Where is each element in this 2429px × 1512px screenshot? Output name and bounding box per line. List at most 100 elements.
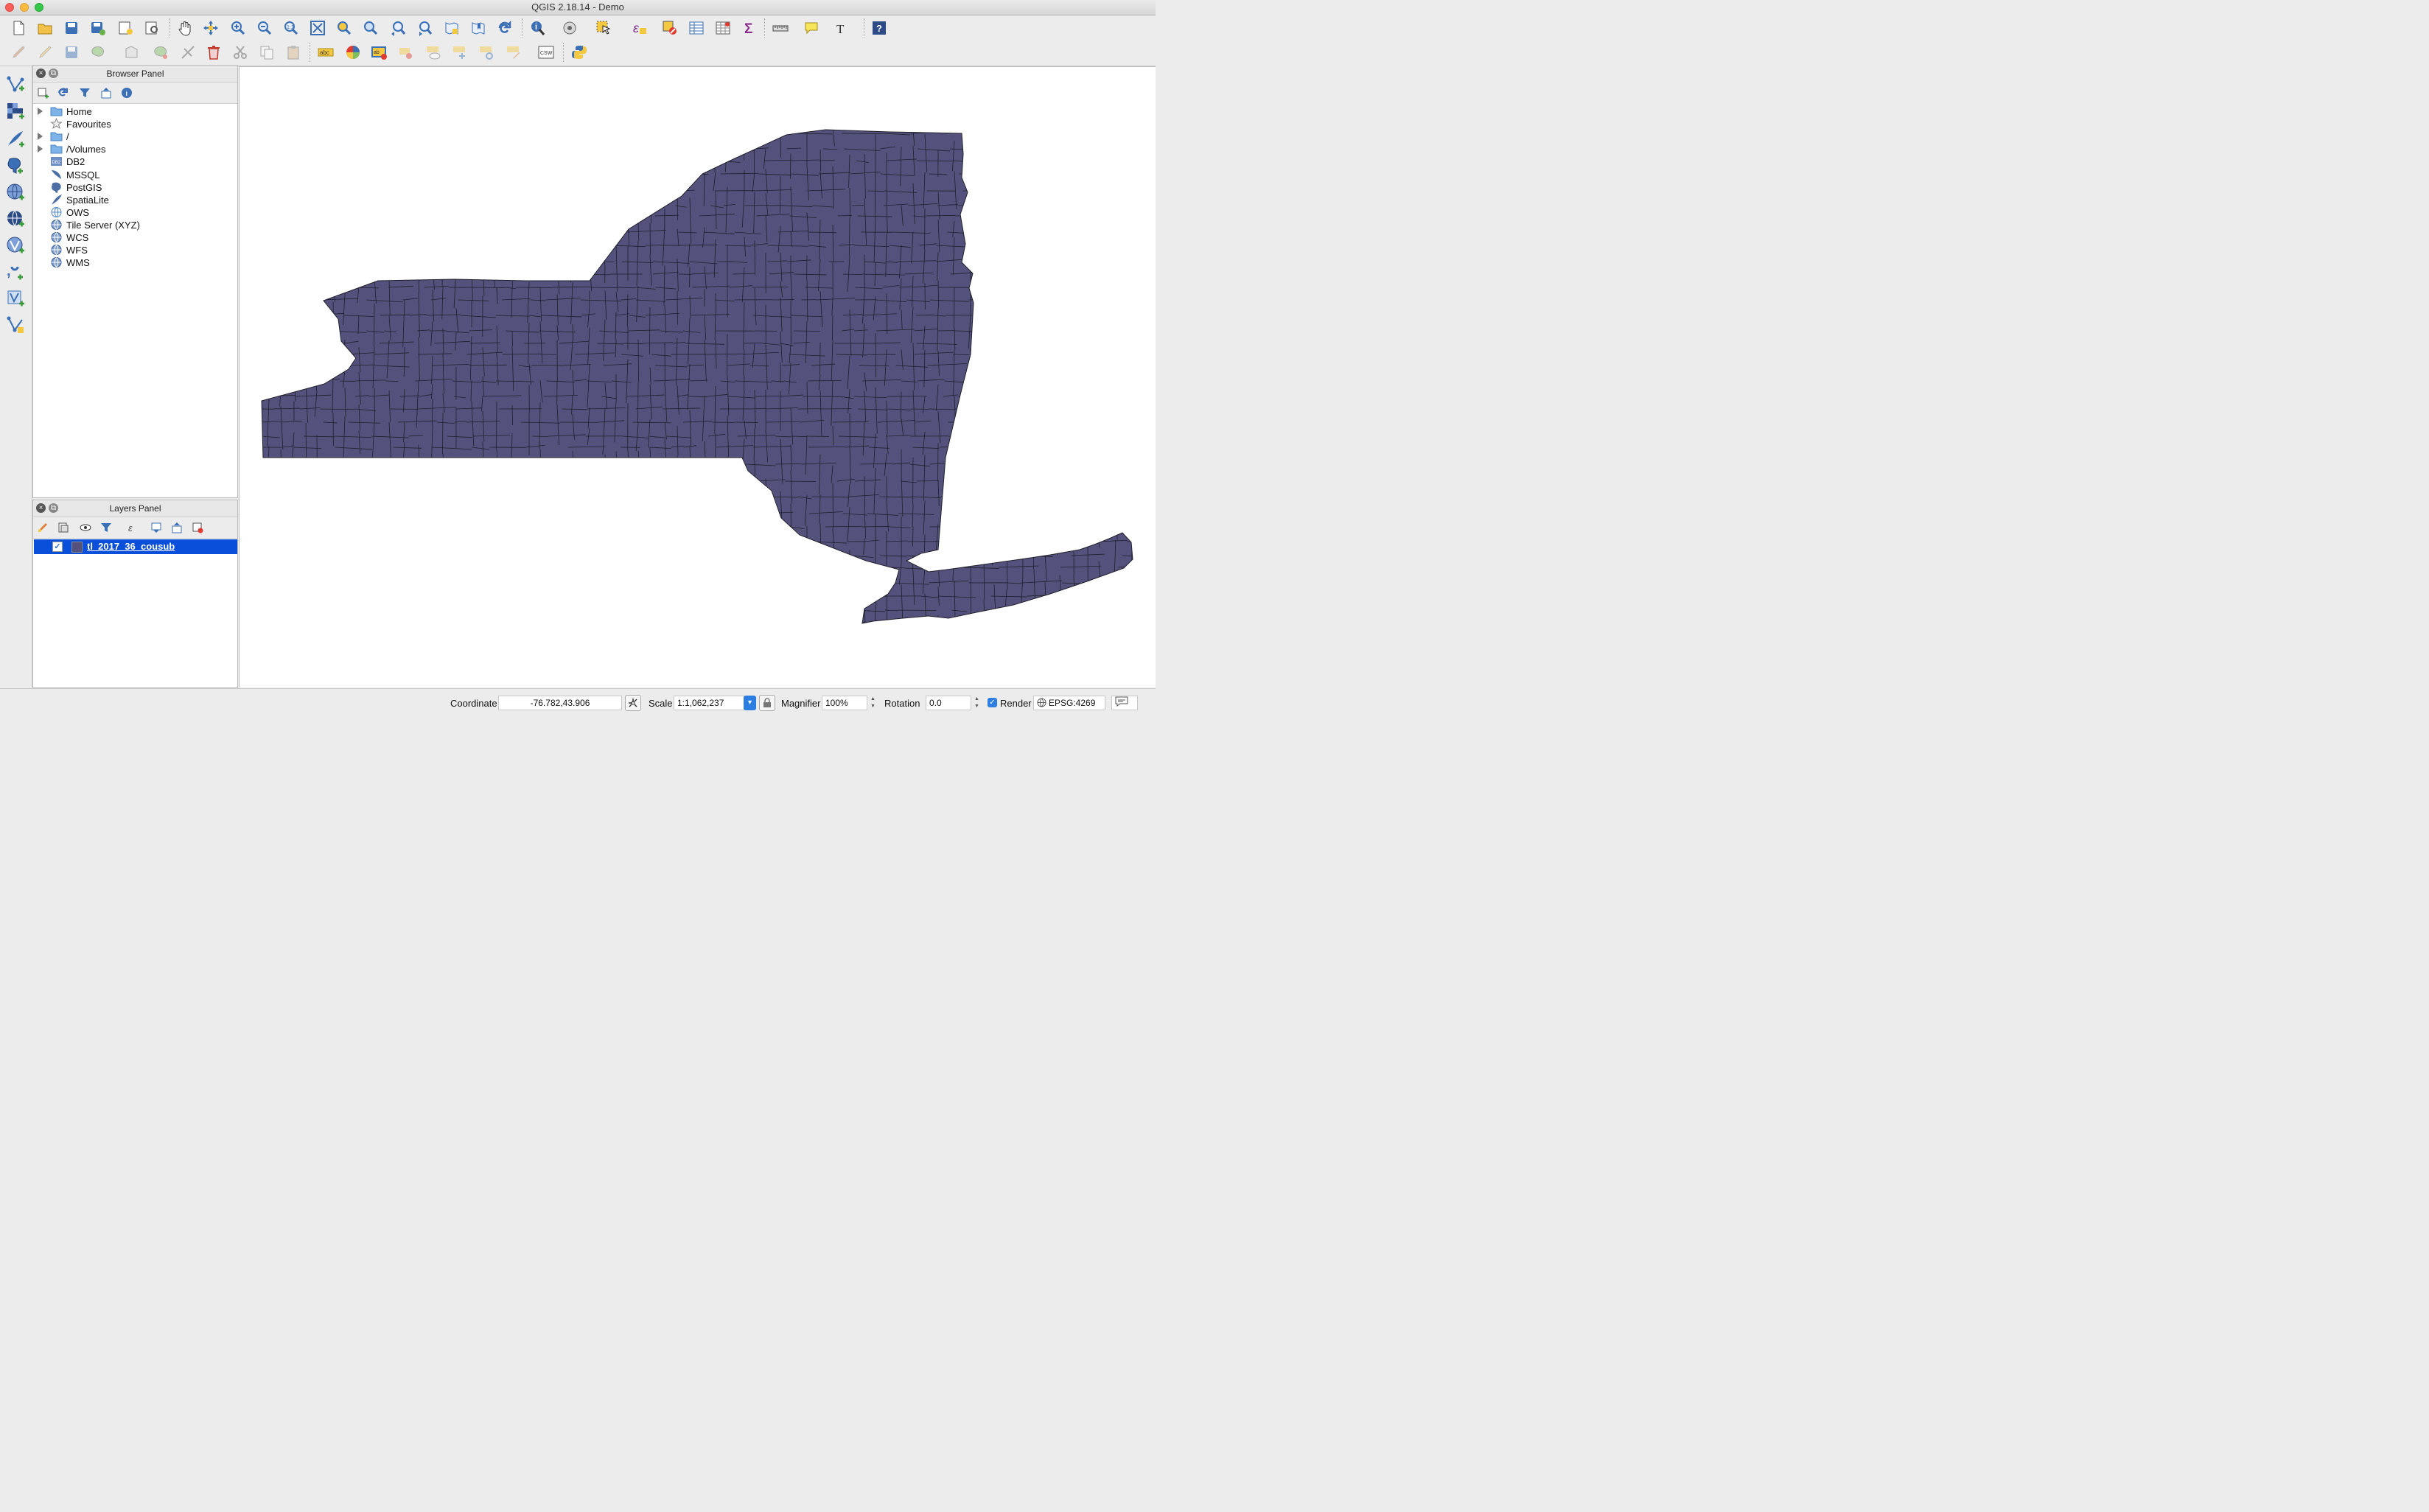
browser-item[interactable]: /Volumes <box>33 143 236 155</box>
add-group-icon[interactable] <box>55 520 71 535</box>
save-project-icon[interactable] <box>62 19 81 37</box>
add-wcs-layer-icon[interactable] <box>3 208 28 230</box>
new-print-composer-icon[interactable] <box>116 19 135 37</box>
expand-arrow-icon[interactable] <box>38 133 43 141</box>
browser-item[interactable]: WMS <box>33 256 236 269</box>
select-expression-icon[interactable]: ε <box>630 19 649 37</box>
layer-visibility-checkbox[interactable]: ✓ <box>52 542 63 552</box>
magnifier-spinner[interactable]: ▲ ▼ <box>870 696 876 710</box>
float-panel-button[interactable]: ⧉ <box>49 503 58 513</box>
add-postgis-layer-icon[interactable] <box>3 155 28 177</box>
add-wfs-layer-icon[interactable] <box>3 234 28 256</box>
add-selected-layers-icon[interactable] <box>35 85 51 100</box>
zoom-to-layer-icon[interactable] <box>361 19 380 37</box>
float-panel-button[interactable]: ⧉ <box>49 69 58 78</box>
pan-icon[interactable] <box>175 19 195 37</box>
zoom-in-icon[interactable] <box>228 19 248 37</box>
refresh-icon[interactable] <box>495 19 514 37</box>
refresh-icon[interactable] <box>55 85 71 100</box>
collapse-all-icon[interactable] <box>169 520 185 535</box>
scale-field[interactable]: 1:1,062,237 <box>674 696 744 710</box>
rotation-spinner[interactable]: ▲ ▼ <box>974 696 980 710</box>
toggle-extents-button[interactable] <box>625 695 641 711</box>
composer-manager-icon[interactable] <box>142 19 161 37</box>
layer-row[interactable]: ✓ tl_2017_36_cousub <box>34 539 237 554</box>
diagram-icon[interactable] <box>343 43 363 61</box>
expand-all-icon[interactable] <box>148 520 164 535</box>
select-features-icon[interactable] <box>594 19 613 37</box>
properties-icon[interactable]: i <box>119 85 135 100</box>
browser-item[interactable]: PostGIS <box>33 181 236 194</box>
csw-icon[interactable]: CSW <box>537 43 556 61</box>
browser-item[interactable]: WCS <box>33 231 236 244</box>
browser-item[interactable]: DB2 DB2 <box>33 155 236 168</box>
help-icon[interactable]: ? <box>870 19 889 37</box>
zoom-full-icon[interactable] <box>308 19 327 37</box>
browser-item[interactable]: Tile Server (XYZ) <box>33 219 236 231</box>
python-console-icon[interactable] <box>570 43 589 61</box>
new-shapefile-icon[interactable] <box>3 314 28 336</box>
show-hide-label-icon[interactable] <box>424 43 443 61</box>
add-virtual-layer-icon[interactable] <box>3 287 28 309</box>
lock-scale-icon[interactable] <box>759 695 775 711</box>
rotate-label-icon[interactable] <box>477 43 496 61</box>
zoom-next-icon[interactable] <box>415 19 434 37</box>
open-project-icon[interactable] <box>35 19 55 37</box>
text-annotation-icon[interactable]: T <box>833 19 852 37</box>
copy-features-icon[interactable] <box>257 43 276 61</box>
save-edits-icon[interactable] <box>62 43 81 61</box>
browser-item[interactable]: Favourites <box>33 117 236 130</box>
current-edits-icon[interactable] <box>9 43 28 61</box>
identify-icon[interactable]: i <box>528 19 548 37</box>
zoom-window-button[interactable] <box>35 3 43 12</box>
paste-features-icon[interactable] <box>284 43 303 61</box>
add-wms-layer-icon[interactable] <box>3 181 28 203</box>
close-window-button[interactable] <box>5 3 14 12</box>
new-map-view-icon[interactable] <box>442 19 461 37</box>
expand-arrow-icon[interactable] <box>38 145 43 153</box>
minimize-window-button[interactable] <box>20 3 29 12</box>
zoom-out-icon[interactable] <box>255 19 274 37</box>
highlight-label-icon[interactable]: ab <box>370 43 389 61</box>
delete-selected-icon[interactable] <box>204 43 223 61</box>
filter-expression-icon[interactable]: ε <box>125 520 141 535</box>
move-feature-icon[interactable] <box>122 43 141 61</box>
remove-layer-icon[interactable] <box>189 520 206 535</box>
measure-select-icon[interactable] <box>560 19 579 37</box>
change-label-icon[interactable] <box>504 43 523 61</box>
new-bookmark-icon[interactable] <box>469 19 488 37</box>
pin-label-icon[interactable] <box>396 43 416 61</box>
move-label-icon[interactable] <box>450 43 469 61</box>
filter-legend-icon[interactable] <box>98 520 114 535</box>
new-project-icon[interactable] <box>9 19 28 37</box>
browser-item[interactable]: MSSQL <box>33 169 236 181</box>
layer-styling-icon[interactable] <box>35 520 51 535</box>
zoom-to-selection-icon[interactable] <box>335 19 354 37</box>
render-checkbox[interactable]: ✓ <box>988 698 997 707</box>
browser-item[interactable]: Home <box>33 105 236 118</box>
save-as-icon[interactable] <box>88 19 108 37</box>
close-panel-button[interactable]: × <box>36 69 46 78</box>
scale-dropdown-chevron-down-icon[interactable]: ▾ <box>744 696 756 710</box>
zoom-last-icon[interactable] <box>388 19 408 37</box>
cut-features-icon[interactable] <box>231 43 250 61</box>
coordinate-field[interactable]: -76.782,43.906 <box>498 696 622 710</box>
browser-item[interactable]: SpatiaLite <box>33 194 236 206</box>
add-raster-layer-icon[interactable] <box>3 100 28 122</box>
add-delimited-text-icon[interactable]: , <box>3 261 28 283</box>
map-tips-icon[interactable] <box>802 19 821 37</box>
close-panel-button[interactable]: × <box>36 503 46 513</box>
map-canvas[interactable] <box>239 66 1156 687</box>
expand-arrow-icon[interactable] <box>38 108 43 115</box>
browser-item[interactable]: WFS <box>33 244 236 256</box>
magnifier-field[interactable]: 100% <box>822 696 867 710</box>
browser-item[interactable]: OWS <box>33 206 236 219</box>
digitize-icon[interactable] <box>178 43 198 61</box>
pan-to-selection-icon[interactable] <box>201 19 220 37</box>
add-feature-icon[interactable] <box>88 43 108 61</box>
label-tool-icon[interactable]: abc <box>316 43 335 61</box>
crs-button[interactable]: EPSG:4269 <box>1033 696 1105 710</box>
attribute-table-icon[interactable] <box>687 19 706 37</box>
zoom-native-icon[interactable]: 1:1 <box>282 19 301 37</box>
node-tool-icon[interactable] <box>151 43 170 61</box>
